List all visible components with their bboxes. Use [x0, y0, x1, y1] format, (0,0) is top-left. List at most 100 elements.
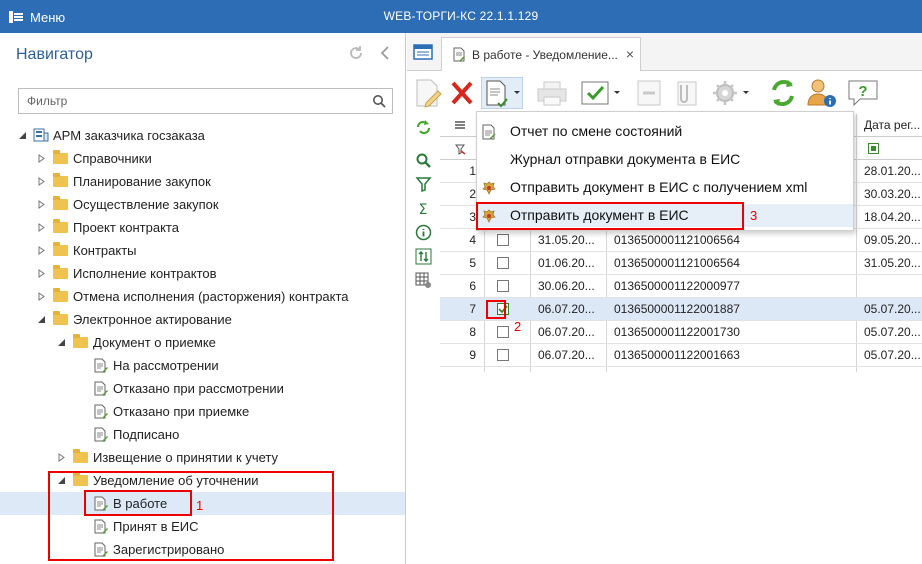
- tree-item-cancellation[interactable]: Отмена исполнения (расторжения) контракт…: [0, 285, 405, 308]
- filter-field[interactable]: [18, 88, 393, 114]
- row-checkbox[interactable]: [497, 234, 509, 246]
- tree-item-label: Документ о приемке: [93, 335, 216, 350]
- tree-item-label: Проект контракта: [73, 220, 179, 235]
- folder-icon: [53, 173, 68, 187]
- collapsed-arrow-icon[interactable]: [37, 200, 46, 209]
- search-icon[interactable]: [415, 152, 432, 169]
- tree-item-contract-draft[interactable]: Проект контракта: [0, 216, 405, 239]
- select-all-checkbox[interactable]: [868, 143, 879, 154]
- tree-item-label: Подписано: [113, 427, 180, 442]
- partial-check-mark: [871, 146, 876, 151]
- user-info-icon[interactable]: [805, 77, 839, 109]
- table-row[interactable]: 4 31.05.20... 0136500001121006564 09.05.…: [440, 229, 922, 252]
- title-bar: Меню WEB-ТОРГИ-КС 22.1.1.129: [0, 0, 922, 33]
- sum-icon[interactable]: Σ: [415, 200, 432, 217]
- number-cell: 0136500001122000977: [614, 279, 740, 293]
- folder-open-icon: [73, 334, 88, 348]
- row-checkbox[interactable]: [497, 326, 509, 338]
- collapsed-arrow-icon[interactable]: [57, 453, 66, 462]
- menu-item-send-eis-xml[interactable]: Отправить документ в ЕИС с получением xm…: [477, 176, 853, 199]
- row-checkbox[interactable]: [497, 349, 509, 361]
- collapsed-arrow-icon[interactable]: [37, 154, 46, 163]
- menu-item-send-log[interactable]: Журнал отправки документа в ЕИС: [477, 148, 853, 171]
- row-checkbox[interactable]: [497, 257, 509, 269]
- table-row[interactable]: 6 30.06.20... 0136500001122000977: [440, 275, 922, 298]
- column-header-reg-date[interactable]: Дата рег...: [864, 118, 920, 132]
- table-row-selected[interactable]: 7 06.07.20... 0136500001122001887 05.07.…: [440, 298, 922, 321]
- date-cell: 06.07.20...: [538, 348, 595, 362]
- filter-input[interactable]: [19, 89, 359, 113]
- annotation-box-in-progress: [84, 490, 192, 516]
- collapsed-arrow-icon[interactable]: [37, 177, 46, 186]
- filter-icon[interactable]: [415, 176, 432, 193]
- tree-item-planning[interactable]: Планирование закупок: [0, 170, 405, 193]
- tree-item-execution[interactable]: Исполнение контрактов: [0, 262, 405, 285]
- collapsed-arrow-icon[interactable]: [37, 246, 46, 255]
- document-actions-icon[interactable]: [481, 77, 523, 109]
- collapsed-arrow-icon[interactable]: [37, 269, 46, 278]
- settings-icon[interactable]: [709, 77, 753, 109]
- menu-item-state-report[interactable]: Отчет по смене состояний: [477, 120, 853, 143]
- search-icon[interactable]: [372, 94, 386, 108]
- tree-item-e-acceptance[interactable]: Электронное актирование: [0, 308, 405, 331]
- report-icon: [482, 124, 496, 140]
- grid-view-icon[interactable]: [413, 44, 433, 60]
- expanded-arrow-icon[interactable]: [18, 131, 27, 140]
- edit-document-icon[interactable]: [413, 77, 443, 109]
- tree-item-rejected-acceptance[interactable]: Отказано при приемке: [0, 400, 405, 423]
- table-row[interactable]: 8 06.07.20... 0136500001122001730 05.07.…: [440, 321, 922, 344]
- row-number: 7: [469, 302, 476, 316]
- tree-item-signed[interactable]: Подписано: [0, 423, 405, 446]
- tab-in-progress[interactable]: В работе - Уведомление... ×: [441, 37, 641, 71]
- reg-date-cell: 30.03.20...: [864, 187, 921, 201]
- table-settings-icon[interactable]: [415, 272, 432, 289]
- collapsed-arrow-icon[interactable]: [37, 292, 46, 301]
- refresh-icon[interactable]: [347, 44, 365, 62]
- tree-item-registration-notice[interactable]: Извещение о принятии к учету: [0, 446, 405, 469]
- annotation-box-folder: [48, 471, 334, 561]
- annotation-label-1: 1: [196, 498, 204, 513]
- expanded-arrow-icon[interactable]: [37, 315, 46, 324]
- reg-date-cell: 05.07.20...: [864, 325, 921, 339]
- sync-icon[interactable]: [767, 77, 799, 109]
- tree-item-procurement[interactable]: Осуществление закупок: [0, 193, 405, 216]
- print-icon[interactable]: [535, 77, 569, 109]
- clear-filter-icon[interactable]: [454, 143, 466, 155]
- help-icon[interactable]: ?: [845, 77, 881, 109]
- row-number: 9: [469, 348, 476, 362]
- toolbar: ?: [407, 73, 922, 113]
- tree-item-contracts[interactable]: Контракты: [0, 239, 405, 262]
- row-number: 6: [469, 279, 476, 293]
- tree-item-acceptance-doc[interactable]: Документ о приемке: [0, 331, 405, 354]
- sort-icon[interactable]: [415, 248, 432, 265]
- attachment-icon[interactable]: [671, 77, 701, 109]
- collapsed-arrow-icon[interactable]: [37, 223, 46, 232]
- row-number: 3: [469, 210, 476, 224]
- table-row[interactable]: 5 01.06.20... 0136500001121006564 31.05.…: [440, 252, 922, 275]
- svg-text:?: ?: [858, 83, 867, 100]
- delete-icon[interactable]: [449, 77, 475, 109]
- reg-date-cell: 05.07.20...: [864, 348, 921, 362]
- tree-item-directories[interactable]: Справочники: [0, 147, 405, 170]
- tree-item-rejected-review[interactable]: Отказано при рассмотрении: [0, 377, 405, 400]
- collapse-left-icon[interactable]: [377, 44, 395, 62]
- refresh-icon[interactable]: [415, 119, 432, 136]
- date-cell: 01.06.20...: [538, 256, 595, 270]
- table-row[interactable]: 9 06.07.20... 0136500001122001663 05.07.…: [440, 344, 922, 367]
- minus-icon[interactable]: [635, 77, 663, 109]
- tree-item-under-review[interactable]: На рассмотрении: [0, 354, 405, 377]
- row-number: 4: [469, 233, 476, 247]
- close-tab-button[interactable]: ×: [626, 46, 634, 62]
- expanded-arrow-icon[interactable]: [57, 338, 66, 347]
- row-checkbox[interactable]: [497, 280, 509, 292]
- tree-item-label: Планирование закупок: [73, 174, 211, 189]
- number-cell: 0136500001121006564: [614, 256, 740, 270]
- row-number: 8: [469, 325, 476, 339]
- column-menu-icon[interactable]: [454, 119, 466, 131]
- tree-root[interactable]: АРМ заказчика госзаказа: [0, 124, 405, 147]
- info-icon[interactable]: [415, 224, 432, 241]
- approve-icon[interactable]: [579, 77, 623, 109]
- tree-item-label: Извещение о принятии к учету: [93, 450, 279, 465]
- document-icon: [94, 427, 108, 442]
- date-cell: 06.07.20...: [538, 302, 595, 316]
